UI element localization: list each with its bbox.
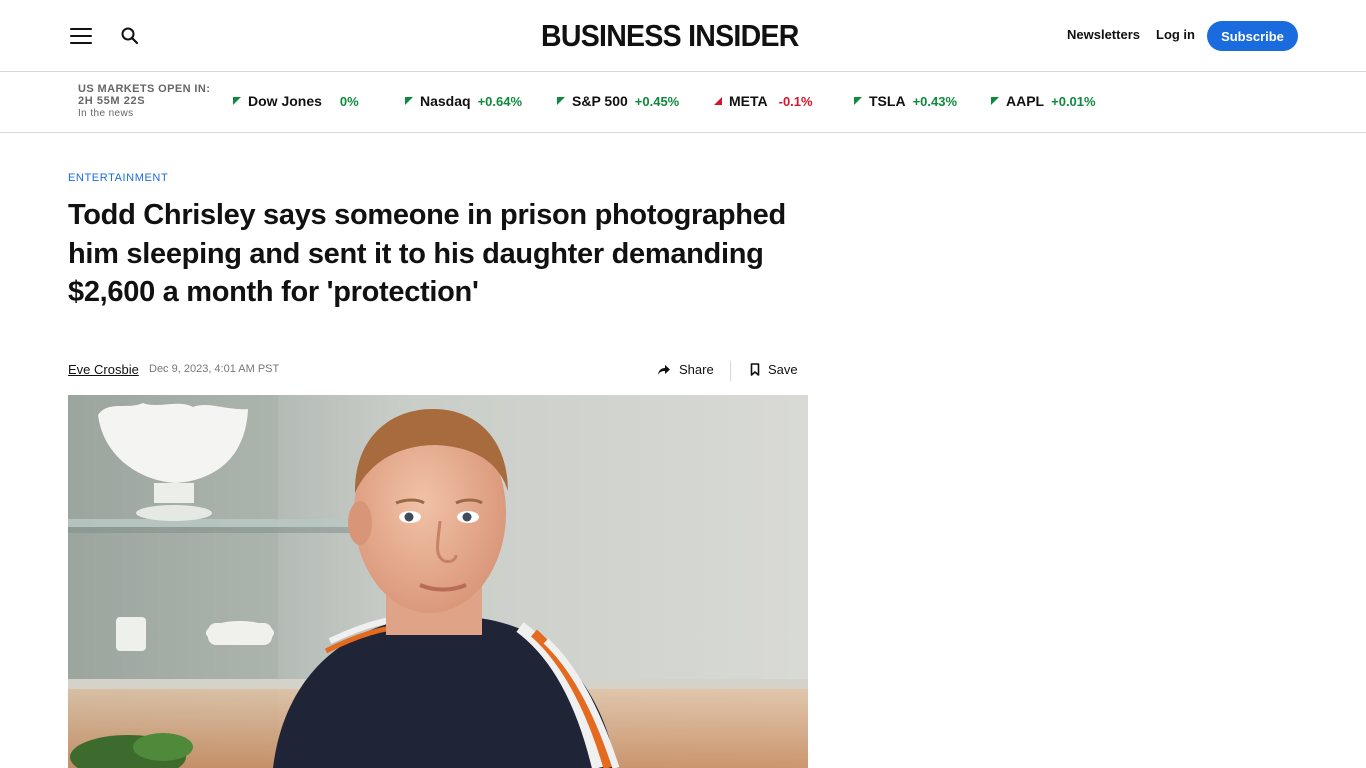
triangle-up-icon: [405, 97, 413, 105]
ticker-name: AAPL: [1006, 93, 1045, 109]
article-hero-image: [68, 395, 808, 768]
in-the-news-label: In the news: [78, 108, 134, 119]
triangle-up-icon: [557, 97, 565, 105]
ticker-dow-jones[interactable]: Dow Jones 0%: [233, 92, 359, 110]
site-logo[interactable]: BUSINESS INSIDER: [541, 17, 802, 55]
ticker-meta[interactable]: META -0.1%: [714, 92, 813, 110]
share-label: Share: [679, 362, 714, 377]
market-countdown: 2H 55M 22S: [78, 95, 146, 107]
save-button[interactable]: Save: [750, 362, 798, 377]
subscribe-button[interactable]: Subscribe: [1207, 21, 1298, 51]
share-button[interactable]: Share: [657, 362, 714, 377]
ticker-change: +0.01%: [1051, 93, 1096, 109]
ticker-name: Nasdaq: [420, 93, 471, 109]
site-header: BUSINESS INSIDER Newsletters Log in Subs…: [0, 0, 1366, 72]
ticker-nasdaq[interactable]: Nasdaq +0.64%: [405, 92, 522, 110]
newsletters-link[interactable]: Newsletters: [1067, 27, 1140, 42]
market-ticker-bar: US MARKETS OPEN IN: 2H 55M 22S In the ne…: [0, 72, 1366, 133]
login-link[interactable]: Log in: [1156, 27, 1195, 42]
author-link[interactable]: Eve Crosbie: [68, 362, 139, 377]
ticker-change: -0.1%: [778, 93, 813, 109]
category-link[interactable]: ENTERTAINMENT: [68, 172, 168, 184]
article-headline: Todd Chrisley says someone in prison pho…: [68, 199, 786, 308]
share-icon: [658, 364, 670, 375]
triangle-up-icon: [233, 97, 241, 105]
market-status-label: US MARKETS OPEN IN:: [78, 83, 211, 95]
ticker-tsla[interactable]: TSLA +0.43%: [854, 92, 957, 110]
ticker-name: S&P 500: [572, 93, 628, 109]
market-status: US MARKETS OPEN IN: 2H 55M 22S In the ne…: [78, 83, 228, 121]
ticker-change: +0.43%: [912, 93, 958, 109]
ticker-name: TSLA: [869, 93, 906, 109]
divider: [730, 361, 731, 381]
ticker-name: Dow Jones: [248, 93, 322, 109]
byline: Eve Crosbie Dec 9, 2023, 4:01 AM PST Sha…: [68, 361, 798, 381]
publish-date: Dec 9, 2023, 4:01 AM PST: [149, 363, 280, 375]
menu-icon[interactable]: [66, 24, 96, 48]
triangle-up-icon: [854, 97, 862, 105]
ticker-change: +0.64%: [477, 93, 523, 109]
ticker-change: 0%: [339, 93, 359, 109]
triangle-up-icon: [991, 97, 999, 105]
ticker-aapl[interactable]: AAPL +0.01%: [991, 92, 1096, 110]
search-icon[interactable]: [119, 25, 141, 47]
triangle-down-icon: [714, 97, 722, 105]
bookmark-icon: [750, 363, 760, 376]
ticker-sp500[interactable]: S&P 500 +0.45%: [557, 92, 679, 110]
ticker-name: META: [729, 93, 768, 109]
ticker-change: +0.45%: [634, 93, 680, 109]
save-label: Save: [768, 362, 798, 377]
